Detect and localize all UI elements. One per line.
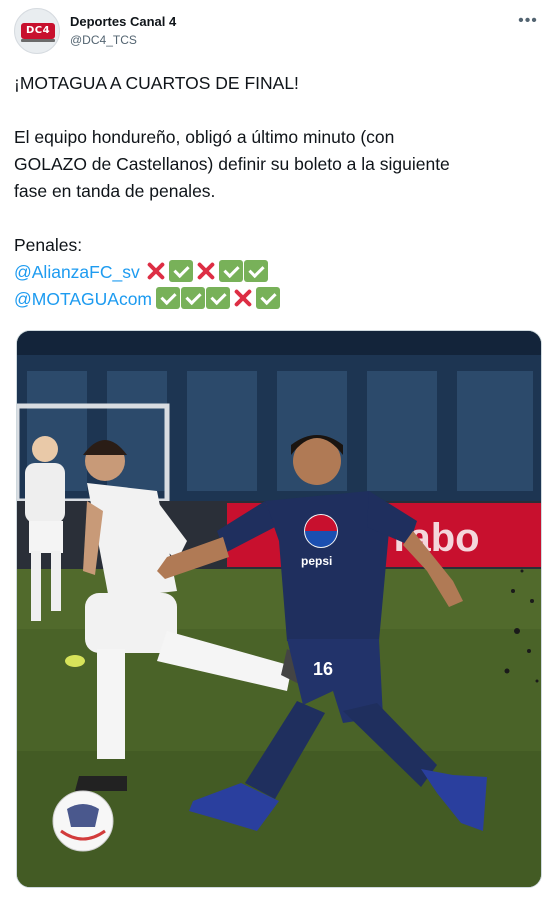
penalty-row-motagua: @MOTAGUAcom: [14, 286, 544, 313]
check-mark-icon: [218, 260, 243, 282]
tweet-headline: ¡MOTAGUA A CUARTOS DE FINAL!: [14, 73, 299, 93]
penalty-row-alianza: @AlianzaFC_sv: [14, 259, 544, 286]
author-handle[interactable]: @DC4_TCS: [70, 32, 176, 48]
logo-text: DC4: [25, 25, 51, 36]
check-mark-icon: [168, 260, 193, 282]
match-photo: Tabo pepsi 16: [17, 331, 541, 887]
cross-mark-icon: [144, 260, 168, 282]
tweet-paragraph-line: El equipo hondureño, obligó a último min…: [14, 127, 395, 147]
tweet-paragraph-line: fase en tanda de penales.: [14, 181, 216, 201]
mention-alianza[interactable]: @AlianzaFC_sv: [14, 262, 140, 282]
tweet-header: DC4 Deportes Canal 4 @DC4_TCS •••: [14, 8, 544, 56]
cross-mark-icon: [194, 260, 218, 282]
check-mark-icon: [206, 287, 231, 309]
check-mark-icon: [256, 287, 281, 309]
mention-motagua[interactable]: @MOTAGUAcom: [14, 289, 152, 309]
tweet-photo[interactable]: Tabo pepsi 16: [16, 330, 542, 888]
more-horizontal-icon[interactable]: •••: [516, 13, 540, 29]
author-display-name[interactable]: Deportes Canal 4: [70, 14, 176, 30]
jersey-number: 16: [313, 659, 333, 679]
cross-mark-icon: [231, 287, 255, 309]
stadium-roof: [17, 331, 541, 355]
penalty-marks: [140, 260, 268, 282]
sponsor-text: pepsi: [301, 554, 332, 568]
tweet-text: ¡MOTAGUA A CUARTOS DE FINAL! El equipo h…: [14, 70, 544, 313]
penalties-label: Penales:: [14, 235, 83, 255]
logo-underline: [21, 39, 55, 42]
soccer-ball: [52, 790, 114, 852]
penalty-marks: [152, 287, 281, 309]
check-mark-icon: [156, 287, 181, 309]
channel-logo-icon: DC4: [21, 23, 55, 39]
tweet-paragraph-line: GOLAZO de Castellanos) definir su boleto…: [14, 154, 450, 174]
author-names: Deportes Canal 4 @DC4_TCS: [70, 14, 176, 48]
tweet-card: DC4 Deportes Canal 4 @DC4_TCS ••• ¡MOTAG…: [0, 0, 551, 900]
avatar[interactable]: DC4: [14, 8, 60, 54]
check-mark-icon: [181, 287, 206, 309]
check-mark-icon: [243, 260, 268, 282]
